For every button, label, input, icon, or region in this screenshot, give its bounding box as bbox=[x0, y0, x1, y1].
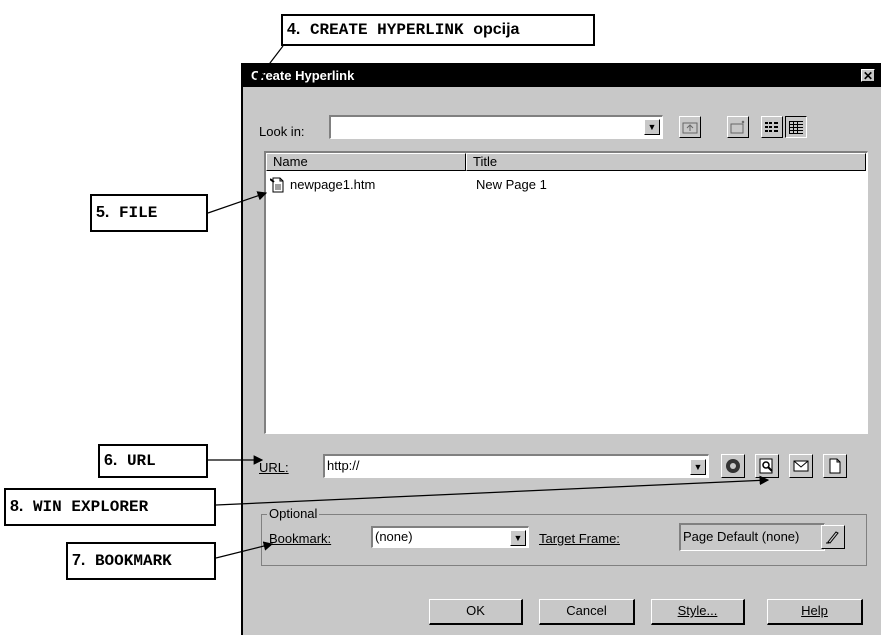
bookmark-combobox[interactable]: (none) ▼ bbox=[371, 526, 529, 548]
callout-bookmark: 7. BOOKMARK bbox=[66, 542, 216, 580]
target-frame-label-text: Target Frame: bbox=[539, 531, 620, 546]
envelope-icon bbox=[793, 460, 809, 472]
url-dropdown-button[interactable]: ▼ bbox=[690, 459, 706, 475]
url-label-text: URL: bbox=[259, 460, 289, 475]
column-header-title[interactable]: Title bbox=[466, 153, 866, 171]
file-list[interactable]: Name Title newpage1.htm New Page 1 bbox=[264, 151, 868, 434]
web-browser-icon bbox=[726, 459, 740, 473]
look-in-dropdown-button[interactable]: ▼ bbox=[644, 119, 660, 135]
new-page-icon bbox=[829, 458, 841, 474]
callout-text: FILE bbox=[118, 204, 158, 222]
callout-text: WIN EXPLORER bbox=[32, 498, 149, 516]
browse-file-icon bbox=[759, 458, 773, 474]
file-name: newpage1.htm bbox=[290, 177, 376, 192]
target-frame-value: Page Default (none) bbox=[683, 529, 800, 544]
column-header-label: Name bbox=[273, 154, 308, 169]
dialog-title: Create Hyperlink bbox=[251, 68, 355, 83]
file-row[interactable]: newpage1.htm New Page 1 bbox=[270, 177, 860, 195]
pencil-icon bbox=[826, 531, 839, 544]
url-input[interactable]: http:// bbox=[327, 458, 360, 473]
details-view-icon bbox=[789, 121, 803, 134]
column-header-name[interactable]: Name bbox=[266, 153, 466, 171]
file-title: New Page 1 bbox=[476, 177, 547, 192]
look-in-combobox[interactable]: ▼ bbox=[329, 115, 663, 139]
up-one-level-button[interactable] bbox=[679, 116, 701, 138]
cancel-label: Cancel bbox=[566, 603, 607, 618]
url-label: URL: bbox=[259, 460, 289, 475]
close-icon: ✕ bbox=[862, 69, 874, 83]
style-label: Style... bbox=[677, 603, 718, 618]
new-folder-icon bbox=[730, 120, 745, 134]
details-view-button[interactable] bbox=[785, 116, 807, 138]
look-in-label: Look in: bbox=[259, 124, 305, 139]
list-view-icon bbox=[765, 122, 778, 132]
bookmark-label: Bookmark: bbox=[269, 531, 331, 546]
bookmark-dropdown-button[interactable]: ▼ bbox=[510, 530, 526, 546]
bookmark-value: (none) bbox=[375, 529, 413, 544]
target-frame-field: Page Default (none) bbox=[679, 523, 825, 551]
target-frame-picker-button[interactable] bbox=[821, 525, 845, 549]
ok-button[interactable]: OK bbox=[429, 599, 523, 625]
help-label: Help bbox=[801, 603, 828, 618]
column-header-label: Title bbox=[473, 154, 498, 169]
callout-number: 7. bbox=[72, 552, 86, 569]
create-hyperlink-dialog: Create Hyperlink ✕ Look in: ▼ Name Title… bbox=[241, 63, 881, 635]
callout-file: 5. FILE bbox=[90, 194, 208, 232]
ok-label: OK bbox=[466, 603, 485, 618]
html-file-icon bbox=[270, 177, 284, 193]
chevron-down-icon: ▼ bbox=[693, 462, 703, 472]
chevron-down-icon: ▼ bbox=[513, 533, 523, 543]
cancel-button[interactable]: Cancel bbox=[539, 599, 635, 625]
title-bar: Create Hyperlink ✕ bbox=[243, 65, 881, 87]
callout-url: 6. URL bbox=[98, 444, 208, 478]
callout-suffix: opcija bbox=[473, 21, 520, 38]
target-frame-label: Target Frame: bbox=[539, 531, 620, 546]
win-explorer-button[interactable] bbox=[755, 454, 779, 478]
create-new-folder-button[interactable] bbox=[727, 116, 749, 138]
url-combobox[interactable]: http:// ▼ bbox=[323, 454, 709, 478]
style-button[interactable]: Style... bbox=[651, 599, 745, 625]
email-link-button[interactable] bbox=[789, 454, 813, 478]
chevron-down-icon: ▼ bbox=[647, 122, 657, 132]
callout-number: 8. bbox=[10, 498, 24, 515]
close-button[interactable]: ✕ bbox=[861, 69, 875, 82]
callout-number: 4. bbox=[287, 21, 301, 38]
browse-web-button[interactable] bbox=[721, 454, 745, 478]
callout-win-explorer: 8. WIN EXPLORER bbox=[4, 488, 216, 526]
callout-text: CREATE HYPERLINK bbox=[309, 21, 464, 39]
optional-group-label: Optional bbox=[267, 506, 320, 521]
callout-number: 5. bbox=[96, 204, 110, 221]
callout-number: 6. bbox=[104, 452, 118, 469]
list-view-button[interactable] bbox=[761, 116, 783, 138]
up-folder-icon bbox=[682, 122, 698, 134]
callout-text: URL bbox=[126, 452, 156, 470]
callout-text: BOOKMARK bbox=[94, 552, 172, 570]
help-button[interactable]: Help bbox=[767, 599, 863, 625]
callout-create-hyperlink: 4. CREATE HYPERLINK opcija bbox=[281, 14, 595, 46]
bookmark-label-text: Bookmark: bbox=[269, 531, 332, 546]
new-page-button[interactable] bbox=[823, 454, 847, 478]
